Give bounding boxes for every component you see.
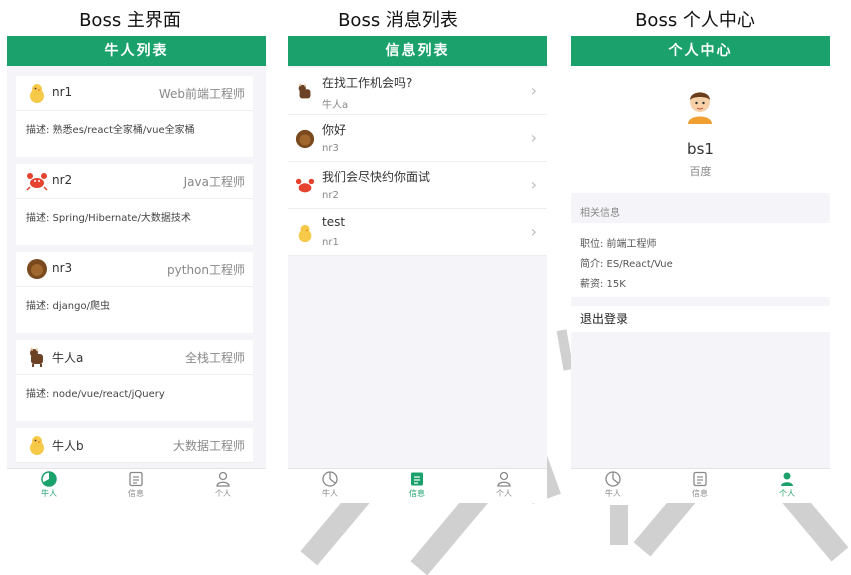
crab-icon [26,173,48,191]
message-sender: nr3 [322,143,339,154]
talent-desc: 描述: Spring/Hibernate/大数据技术 [26,213,191,224]
cow-icon [30,347,43,367]
tab-label: 信息 [409,489,425,498]
profile-info-card: 职位: 前端工程师 简介: ES/React/Vue 薪资: 15K [571,223,830,297]
message-sender: nr1 [322,237,339,248]
pie-chart-icon [322,471,338,487]
talent-job: 全栈工程师 [184,351,245,365]
message-list-icon [129,471,143,487]
tab-label: 牛人 [41,489,57,498]
profile-username: bs1 [687,140,714,158]
pie-chart-icon [41,471,57,487]
message-text: 在找工作机会吗? [322,76,413,90]
talent-desc: 描述: node/vue/react/jQuery [26,389,165,400]
tab-talent[interactable]: 牛人 [19,471,79,499]
crab-icon [295,178,315,193]
brown-ball-icon [27,259,47,279]
messages-screen: 信息列表 在找工作机会吗? 牛人a › 你好 nr3 › 我们会尽快约你面试 n… [288,36,547,468]
profile-screen: 个人中心 bs1 百度 相关信息 职位: 前端工程师 简介: ES/React/… [571,36,830,468]
info-line-salary: 薪资: 15K [580,279,626,290]
talent-card[interactable]: 牛人b 大数据工程师 [16,428,253,463]
tab-label: 个人 [215,489,231,498]
message-text: test [322,215,346,229]
caption-profile: Boss 个人中心 [635,10,755,31]
watermark-stripe [610,505,628,545]
logout-button[interactable]: 退出登录 [571,306,830,332]
tab-talent[interactable]: 牛人 [583,471,643,499]
navbar-title: 个人中心 [571,36,830,66]
tab-messages[interactable]: 信息 [387,471,447,499]
chevron-right-icon: › [530,175,537,194]
chick-icon [30,436,44,455]
message-item[interactable]: 你好 nr3 › [288,115,547,162]
pie-chart-icon [605,471,621,487]
talent-job: 大数据工程师 [172,439,245,453]
tab-label: 牛人 [605,489,621,498]
tabbar: 牛人 信息 个人 [288,468,547,503]
talent-desc: 描述: django/爬虫 [26,301,110,312]
message-item[interactable]: 在找工作机会吗? 牛人a › [288,68,547,115]
message-text: 你好 [322,123,347,137]
message-sender: nr2 [322,190,339,201]
tab-label: 信息 [692,489,708,498]
talent-name: 牛人a [52,351,84,365]
chevron-right-icon: › [530,81,537,100]
talent-name: nr1 [52,85,73,99]
chevron-right-icon: › [530,128,537,147]
message-item[interactable]: 我们会尽快约你面试 nr2 › [288,162,547,209]
message-list-icon [693,471,707,487]
talent-name: 牛人b [52,439,84,453]
talent-card[interactable]: nr1 Web前端工程师 描述: 熟悉es/react全家桶/vue全家桶 [16,76,253,157]
tab-profile[interactable]: 个人 [193,471,253,499]
tab-talent[interactable]: 牛人 [300,471,360,499]
talent-job: Java工程师 [183,175,245,189]
talent-job: Web前端工程师 [158,87,245,101]
tab-label: 个人 [779,489,795,498]
tab-messages[interactable]: 信息 [106,471,166,499]
talent-job: python工程师 [167,263,245,277]
tab-profile[interactable]: 个人 [757,471,817,499]
message-list-icon [411,472,423,486]
cow-icon [298,82,311,99]
tab-label: 牛人 [322,489,338,498]
navbar-title: 信息列表 [288,36,547,66]
talent-card[interactable]: 牛人a 全栈工程师 描述: node/vue/react/jQuery [16,340,253,421]
talent-card[interactable]: nr3 python工程师 描述: django/爬虫 [16,252,253,333]
chick-icon [30,84,44,103]
user-icon [497,471,511,487]
chevron-right-icon: › [530,222,537,241]
main-screen: 牛人列表 nr1 Web前端工程师 描述: 熟悉es/react全家桶/vue全… [7,36,266,468]
brown-ball-icon [295,129,315,149]
talent-name: nr2 [52,173,73,187]
tabbar: 牛人 信息 个人 [571,468,830,503]
user-icon [216,471,230,487]
tabbar: 牛人 信息 个人 [7,468,266,503]
caption-messages: Boss 消息列表 [338,10,458,31]
boy-avatar-icon [688,92,712,124]
profile-header: bs1 百度 [571,66,830,193]
chick-icon [298,224,312,243]
talent-card[interactable]: nr2 Java工程师 描述: Spring/Hibernate/大数据技术 [16,164,253,245]
message-item[interactable]: test nr1 › [288,209,547,256]
talent-desc: 描述: 熟悉es/react全家桶/vue全家桶 [26,125,195,136]
navbar-title: 牛人列表 [7,36,266,66]
tab-label: 个人 [496,489,512,498]
message-text: 我们会尽快约你面试 [322,170,431,184]
talent-name: nr3 [52,261,73,275]
message-sender: 牛人a [322,100,349,111]
info-line-position: 职位: 前端工程师 [580,239,657,250]
info-line-intro: 简介: ES/React/Vue [580,259,673,270]
tab-profile[interactable]: 个人 [474,471,534,499]
caption-main: Boss 主界面 [79,10,181,31]
tab-messages[interactable]: 信息 [670,471,730,499]
section-header: 相关信息 [580,208,620,219]
profile-company: 百度 [689,165,712,178]
user-icon [781,472,793,486]
tab-label: 信息 [128,489,144,498]
